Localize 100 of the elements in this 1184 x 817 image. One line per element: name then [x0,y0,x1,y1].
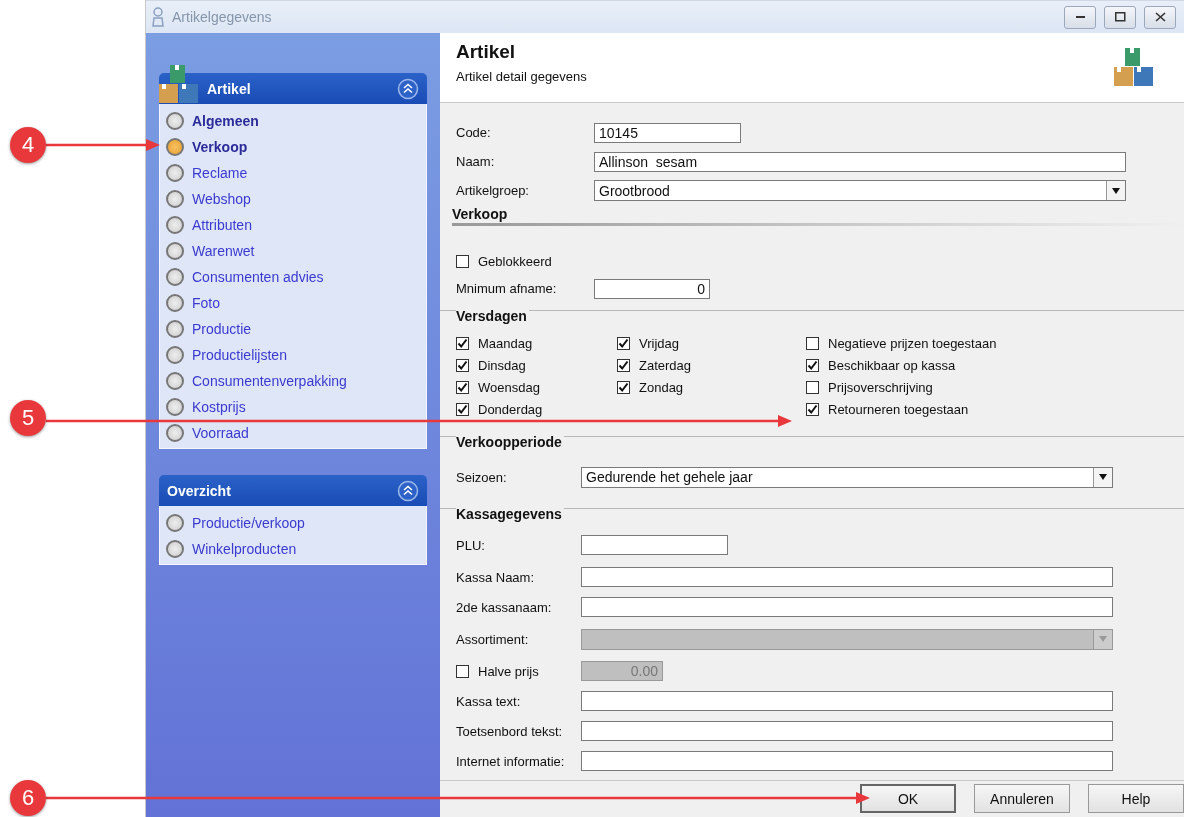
close-icon [1154,12,1166,22]
nav-label: Reclame [192,165,248,181]
radio-button[interactable] [166,190,184,208]
field-label: Kassa Naam: [456,569,536,585]
checkbox-label: Retourneren toegestaan [828,401,969,417]
input-field[interactable] [581,721,1113,741]
radio-button[interactable] [166,112,184,130]
minimize-icon [1075,16,1085,18]
radio-button[interactable] [166,268,184,286]
input-field[interactable] [581,535,728,555]
nav-label: Winkelproducten [192,541,297,557]
checkbox[interactable] [806,358,819,372]
checkbox[interactable] [617,336,630,350]
checkbox[interactable] [456,255,469,268]
input-field[interactable]: Allinson sesam [594,151,1126,172]
nav-label: Consumenten advies [192,269,324,285]
field-label: Toetsenbord tekst: [456,723,564,739]
dialog-button[interactable]: Annuleren [974,784,1070,813]
checkbox-label: Halve prijs [478,663,539,679]
field-label: Mnimum afname: [456,281,558,296]
checkbox-label: Vrijdag [639,335,679,351]
section-title: Kassagegevens [456,506,564,522]
nav-label: Algemeen [192,113,259,129]
input-field[interactable]: 10145 [594,122,741,143]
group-header[interactable]: Artikel [159,73,427,104]
section-title: Verkoop [452,206,510,222]
page-subtitle: Artikel detail gegevens [456,69,588,84]
maximize-button[interactable] [1104,5,1136,29]
checkbox[interactable] [806,336,819,350]
dropdown[interactable]: Gedurende het gehele jaar [581,466,1113,488]
section-title: Versdagen [456,308,529,324]
radio-button[interactable] [166,242,184,260]
package-boxes-icon [1114,47,1154,87]
checkbox[interactable] [806,380,819,394]
radio-button[interactable] [166,138,184,156]
checkbox[interactable] [806,402,819,416]
checkbox-label: Geblokkeerd [478,254,552,269]
checkbox-label: Zaterdag [639,357,692,373]
input-field[interactable] [581,597,1113,617]
group-title: Artikel [207,80,251,97]
radio-button[interactable] [166,320,184,338]
close-button[interactable] [1144,5,1176,29]
checkbox[interactable] [456,380,469,394]
dialog-button[interactable]: Help [1088,784,1184,813]
radio-button[interactable] [166,294,184,312]
checkbox[interactable] [617,380,630,394]
nav-label: Productie/verkoop [192,515,305,531]
field-label: 2de kassanaam: [456,599,553,615]
radio-button[interactable] [166,346,184,364]
field-label: Code: [456,125,492,140]
nav-label: Foto [192,295,220,311]
checkbox-label: Maandag [478,335,533,351]
checkbox[interactable] [456,402,469,416]
group-header[interactable]: Overzicht [159,475,427,506]
input-field[interactable] [581,567,1113,587]
dropdown[interactable]: Grootbrood [594,180,1126,201]
nav-label: Consumentenverpakking [192,373,347,389]
nav-label: Webshop [192,191,251,207]
window-title: Artikelgegevens [172,9,272,25]
dialog-button[interactable]: OK [860,784,956,813]
checkbox-label: Donderdag [478,401,543,417]
input-field[interactable] [581,751,1113,771]
field-label: Kassa text: [456,693,522,709]
nav-label: Verkoop [192,139,248,155]
page-title: Artikel [456,41,517,63]
field-label: Seizoen: [456,469,508,485]
input-field[interactable]: 0 [594,278,710,299]
checkbox-label: Woensdag [478,379,540,395]
minimize-button[interactable] [1064,5,1096,29]
nav-label: Productielijsten [192,347,287,363]
section-title: Verkoopperiode [456,434,564,450]
dropdown-arrow-icon [1098,635,1108,643]
checkbox-label: Dinsdag [478,357,526,373]
radio-button[interactable] [166,164,184,182]
radio-button[interactable] [166,424,184,442]
checkbox[interactable] [456,336,469,350]
radio-button[interactable] [166,514,184,532]
checkbox[interactable] [617,358,630,372]
field-label: Artikelgroep: [456,183,530,198]
nav-label: Attributen [192,217,252,233]
checkbox[interactable] [456,358,469,372]
field-label: Assortiment: [456,631,530,647]
nav-label: Voorraad [192,425,249,441]
nav-label: Productie [192,321,252,337]
checkbox-label: Negatieve prijzen toegestaan [828,335,997,351]
radio-button[interactable] [166,398,184,416]
input-field[interactable] [581,691,1113,711]
collapse-icon [397,77,419,100]
group-title: Overzicht [167,482,231,499]
checkbox-label: Prijsoverschrijving [828,379,933,395]
dropdown-arrow-icon [1111,186,1121,195]
radio-button[interactable] [166,216,184,234]
collapse-icon [397,479,419,502]
radio-button[interactable] [166,540,184,558]
checkbox-label: Beschikbaar op kassa [828,357,956,373]
maximize-icon [1114,12,1126,22]
field-label: Naam: [456,154,496,169]
radio-button[interactable] [166,372,184,390]
field-label: PLU: [456,537,486,553]
field-label: Internet informatie: [456,753,566,769]
